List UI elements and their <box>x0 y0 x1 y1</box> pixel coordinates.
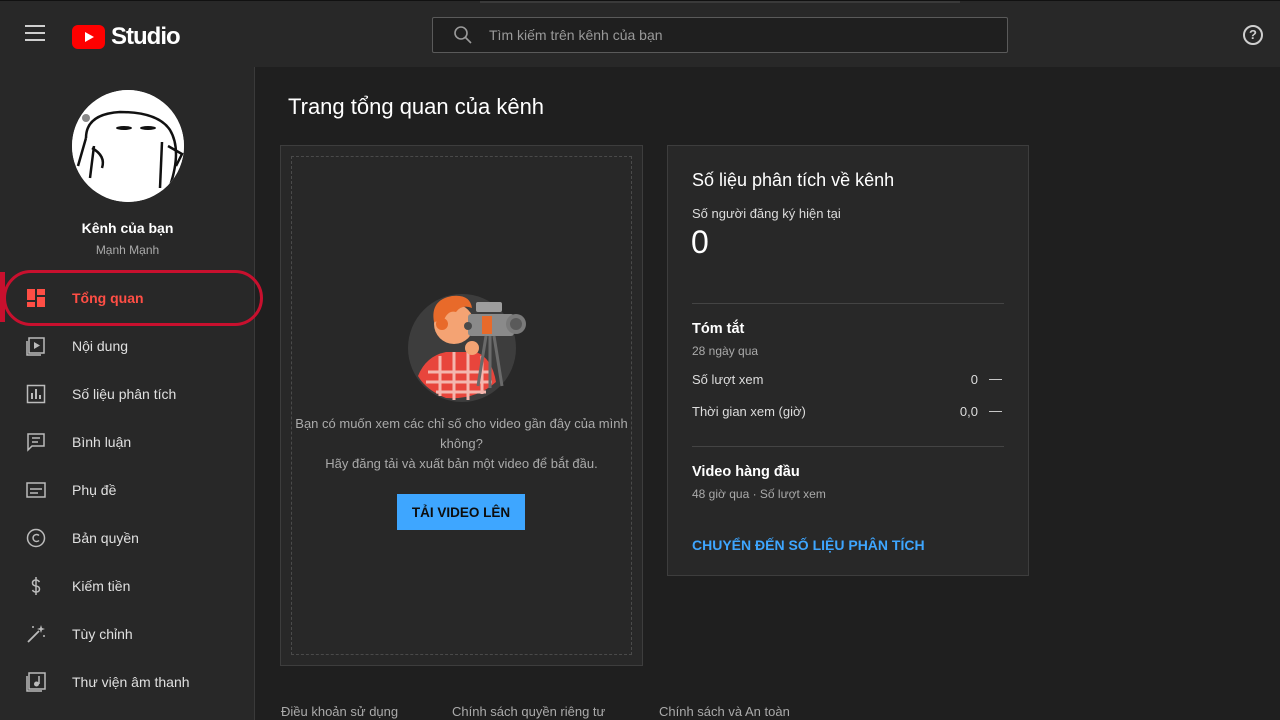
upload-video-button[interactable]: TẢI VIDEO LÊN <box>397 494 525 530</box>
help-icon[interactable]: ? <box>1243 25 1263 45</box>
search-icon[interactable] <box>443 17 483 53</box>
sidebar-item-copyright[interactable]: Bản quyền <box>0 514 255 562</box>
sidebar-item-label: Tổng quan <box>72 290 144 306</box>
sidebar-item-audio-library[interactable]: Thư viện âm thanh <box>0 658 255 706</box>
monetization-icon <box>25 575 47 597</box>
upload-prompt: Bạn có muốn xem các chỉ số cho video gần… <box>281 414 642 474</box>
sidebar-item-label: Kiếm tiền <box>72 578 131 594</box>
sidebar-item-content[interactable]: Nội dung <box>0 322 255 370</box>
top-bar: Studio ? <box>0 0 1280 67</box>
videographer-illustration <box>406 286 536 406</box>
sidebar-item-label: Số liệu phân tích <box>72 386 177 402</box>
channel-avatar[interactable] <box>72 90 184 202</box>
sidebar-item-comments[interactable]: Bình luận <box>0 418 255 466</box>
studio-logo[interactable]: Studio <box>72 23 181 51</box>
customization-icon <box>25 623 47 645</box>
sidebar-item-label: Bản quyền <box>72 530 139 546</box>
terms-link[interactable]: Điều khoản sử dụng <box>281 704 398 719</box>
metric-watchtime-label: Thời gian xem (giờ) <box>692 404 806 419</box>
sidebar-item-analytics[interactable]: Số liệu phân tích <box>0 370 255 418</box>
divider <box>692 446 1004 447</box>
summary-period: 28 ngày qua <box>692 344 759 358</box>
metric-views-label: Số lượt xem <box>692 372 764 387</box>
subscribers-count: 0 <box>691 224 709 260</box>
comments-icon <box>25 431 47 453</box>
subscribers-label: Số người đăng ký hiện tại <box>692 206 841 221</box>
page-title: Trang tổng quan của kênh <box>288 94 545 119</box>
audio-library-icon <box>25 671 47 693</box>
sidebar-item-label: Bình luận <box>72 434 132 450</box>
channel-analytics-card: Số liệu phân tích về kênh Số người đăng … <box>667 145 1029 576</box>
upload-card: Bạn có muốn xem các chỉ số cho video gần… <box>280 145 643 666</box>
logo-text: Studio <box>111 23 181 50</box>
metric-watchtime-trend: — <box>989 403 1002 418</box>
dashboard-icon <box>25 287 47 309</box>
search-input[interactable] <box>489 27 969 43</box>
subtitles-icon <box>25 479 47 501</box>
sidebar-item-dashboard[interactable]: Tổng quan <box>0 274 255 322</box>
analytics-icon <box>25 383 47 405</box>
sidebar-item-customization[interactable]: Tùy chỉnh <box>0 610 255 658</box>
sidebar-item-subtitles[interactable]: Phụ đề <box>0 466 255 514</box>
prompt-line-1: Bạn có muốn xem các chỉ số cho video gần… <box>295 416 628 451</box>
channel-title: Kênh của bạn <box>81 220 174 236</box>
menu-icon[interactable] <box>25 25 45 43</box>
policy-safety-link[interactable]: Chính sách và An toàn <box>659 704 790 719</box>
sidebar-item-label: Phụ đề <box>72 482 117 498</box>
sidebar-item-label: Thư viện âm thanh <box>72 674 190 690</box>
go-to-analytics-link[interactable]: CHUYỂN ĐẾN SỐ LIỆU PHÂN TÍCH <box>692 537 925 553</box>
metric-watchtime-value: 0,0 <box>959 404 978 419</box>
analytics-card-title: Số liệu phân tích về kênh <box>692 170 895 190</box>
divider <box>692 303 1004 304</box>
top-videos-subtitle: 48 giờ qua · Số lượt xem <box>692 487 826 501</box>
channel-name: Mạnh Mạnh <box>95 243 160 257</box>
sidebar: Kênh của bạn Mạnh Mạnh Tổng quan Nội dun… <box>0 67 263 720</box>
youtube-play-icon <box>72 25 105 49</box>
summary-title: Tóm tắt <box>692 321 745 337</box>
content-icon <box>25 335 47 357</box>
sidebar-item-monetization[interactable]: Kiếm tiền <box>0 562 255 610</box>
metric-views-value: 0 <box>970 372 978 387</box>
top-videos-title: Video hàng đầu <box>692 464 800 480</box>
top-bar-divider <box>480 1 960 3</box>
copyright-icon <box>25 527 47 549</box>
prompt-line-2: Hãy đăng tải và xuất bản một video để bắ… <box>325 456 598 471</box>
privacy-link[interactable]: Chính sách quyền riêng tư <box>452 704 605 719</box>
sidebar-item-label: Tùy chỉnh <box>72 626 133 642</box>
search-box[interactable] <box>432 17 1008 53</box>
metric-views-trend: — <box>989 371 1002 386</box>
sidebar-item-label: Nội dung <box>72 338 129 354</box>
